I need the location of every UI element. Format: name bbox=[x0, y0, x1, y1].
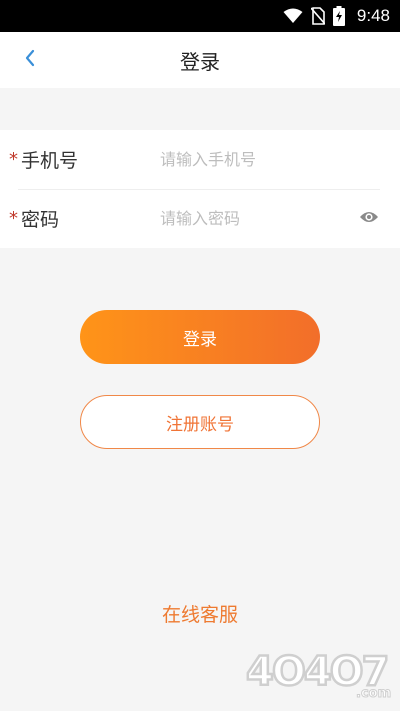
header-bar: 登录 bbox=[0, 32, 400, 88]
password-label: 密码 bbox=[21, 209, 60, 231]
chevron-left-icon bbox=[24, 49, 36, 71]
status-bar: 9:48 bbox=[0, 0, 400, 32]
phone-label: 手机号 bbox=[21, 150, 79, 172]
back-button[interactable] bbox=[18, 48, 42, 72]
register-button[interactable]: 注册账号 bbox=[80, 395, 320, 449]
phone-input[interactable] bbox=[160, 144, 350, 175]
login-button[interactable]: 登录 bbox=[80, 310, 320, 364]
phone-row: * 手机号 bbox=[0, 130, 400, 189]
password-row: * 密码 bbox=[0, 189, 400, 248]
online-service-link[interactable]: 在线客服 bbox=[0, 600, 400, 627]
login-form: * 手机号 * 密码 bbox=[0, 130, 400, 248]
eye-icon[interactable] bbox=[359, 209, 379, 228]
wifi-icon bbox=[283, 8, 303, 24]
clock-time: 9:48 bbox=[356, 6, 390, 25]
password-input[interactable] bbox=[160, 203, 350, 234]
required-mark: * bbox=[9, 208, 18, 229]
no-sim-icon bbox=[310, 7, 325, 25]
required-mark: * bbox=[9, 149, 18, 170]
watermark-logo: 4O4O7 .com bbox=[244, 648, 394, 705]
svg-text:.com: .com bbox=[356, 686, 391, 701]
battery-charging-icon bbox=[332, 6, 345, 26]
page-title: 登录 bbox=[180, 49, 220, 74]
